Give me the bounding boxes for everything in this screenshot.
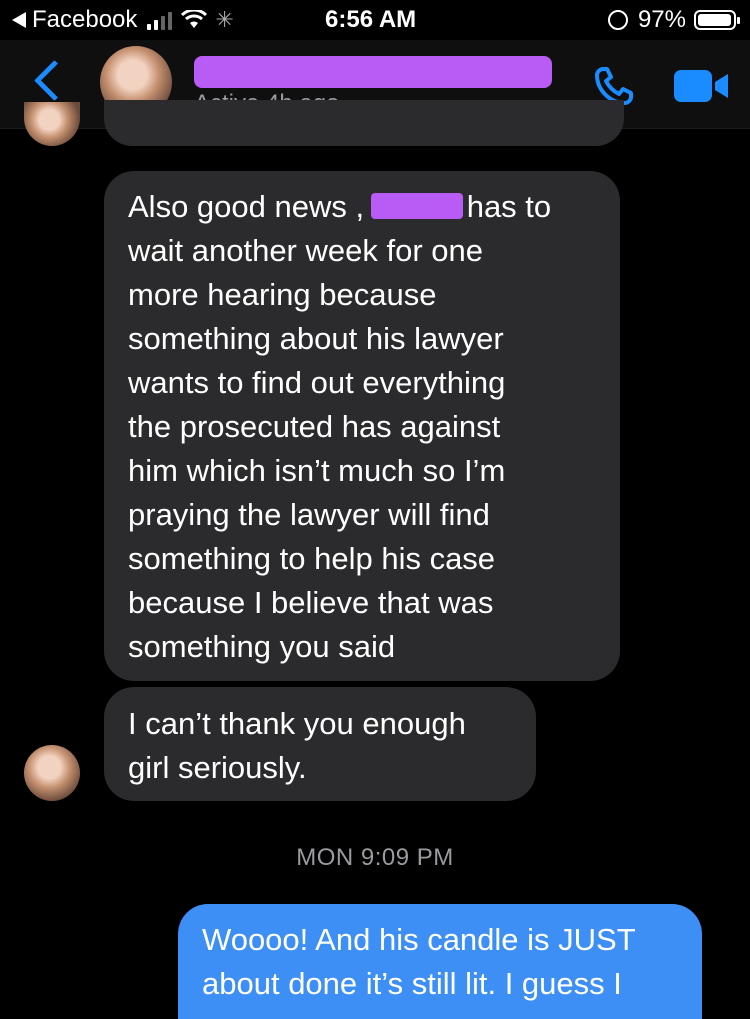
status-time: 6:56 AM xyxy=(325,6,417,33)
sender-avatar-partial xyxy=(24,102,80,146)
contact-name-redacted[interactable] xyxy=(194,56,552,88)
message-bubble-received[interactable]: I can’t thank you enough girl seriously. xyxy=(104,687,536,801)
message-line: wants to find out everything xyxy=(128,365,506,400)
alarm-icon xyxy=(607,10,628,30)
back-triangle-icon xyxy=(12,12,26,28)
wifi-icon xyxy=(181,10,208,28)
status-bar: Facebook ✳ 6:56 AM 97% xyxy=(0,0,750,40)
back-to-app-link[interactable]: Facebook ✳ xyxy=(12,6,234,34)
message-line: the prosecuted has against xyxy=(128,409,501,444)
message-line: more hearing because xyxy=(128,277,437,312)
message-text: has to xyxy=(466,189,552,224)
message-bubble-partial[interactable] xyxy=(104,100,624,146)
back-chevron-icon[interactable] xyxy=(33,59,76,102)
message-line: something to help his case xyxy=(128,541,496,576)
status-right-group: 97% xyxy=(607,6,740,34)
back-app-label: Facebook xyxy=(32,6,138,33)
message-line: praying the lawyer will find xyxy=(128,497,490,532)
video-camera-icon[interactable] xyxy=(674,70,730,102)
message-line: something about his lawyer xyxy=(128,321,504,356)
message-line: I can’t thank you enough xyxy=(128,706,466,741)
redacted-name xyxy=(370,193,463,219)
message-timestamp: MON 9:09 PM xyxy=(296,844,454,871)
sender-avatar[interactable] xyxy=(24,745,80,801)
message-line: something you said xyxy=(128,629,396,664)
message-line: him which isn’t much so I’m xyxy=(128,453,506,488)
chat-screen: Facebook ✳ 6:56 AM 97% Active 4h ago xyxy=(0,0,750,1019)
message-line: about done it’s still lit. I guess I xyxy=(202,966,622,1001)
message-line: girl seriously. xyxy=(128,750,307,785)
message-bubble-sent[interactable]: Woooo! And his candle is JUST about done… xyxy=(178,904,702,1019)
message-text: Also good news , xyxy=(128,189,373,224)
message-line: because I believe that was xyxy=(128,585,494,620)
message-line: Woooo! And his candle is JUST xyxy=(202,922,636,957)
loading-spinner-icon: ✳ xyxy=(215,7,234,32)
message-bubble-received[interactable]: Also good news , has to wait another wee… xyxy=(104,171,620,681)
battery-percent: 97% xyxy=(637,6,686,33)
message-line: wait another week for one xyxy=(128,233,483,268)
message-line: Also good news , has to xyxy=(128,185,596,229)
signal-icon xyxy=(147,10,175,30)
battery-icon xyxy=(694,10,740,30)
